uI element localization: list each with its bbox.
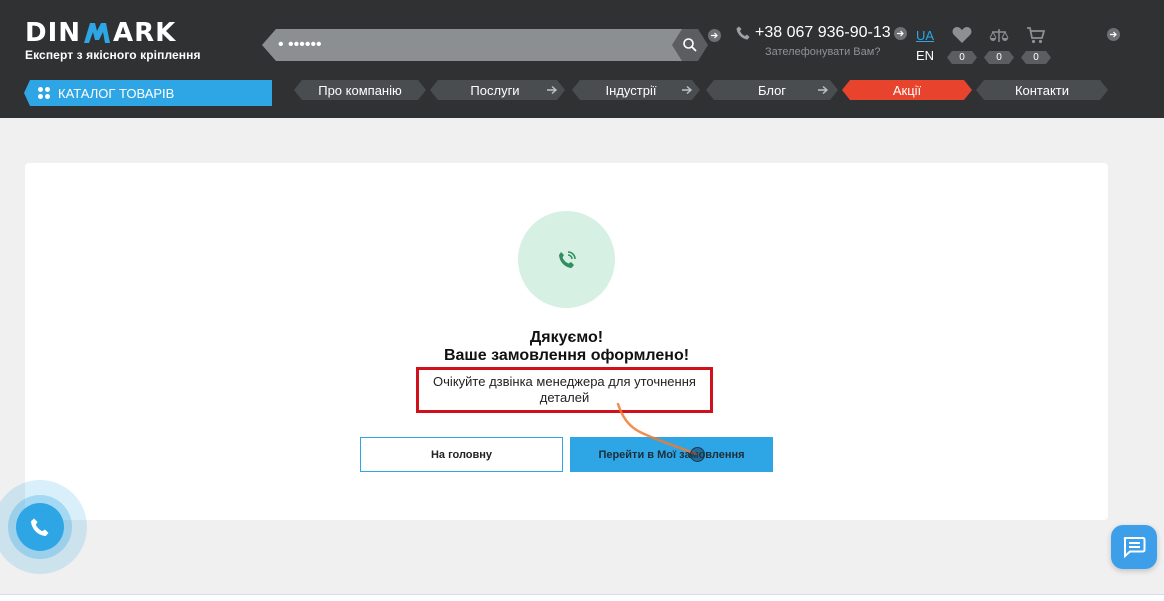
success-badge [518,211,615,308]
cart-count: 0 [1021,51,1051,64]
arrow-right-icon[interactable] [894,27,907,40]
phone-icon [31,518,49,536]
phone-block: +38 067 936-90-13 Зателефонувати Вам? [735,24,891,58]
footer-area [0,595,1164,601]
grid-dots-icon [38,87,50,99]
home-button[interactable]: На головну [360,437,563,472]
logo-tagline: Експерт з якісного кріплення [25,48,201,62]
lang-ua[interactable]: UA [916,28,934,43]
compare-scales-icon [989,29,1009,42]
compare-count: 0 [984,51,1014,64]
my-orders-button[interactable]: Перейти в Мої замовлення [570,437,773,472]
logo-text-left: DIN [25,18,82,48]
cart-button[interactable]: 0 [1019,26,1053,64]
confirmation-title: Дякуємо! [529,329,604,346]
nav-item-promotions[interactable]: Акції [842,80,972,100]
wishlist-count: 0 [947,51,977,64]
site-header: DIN ARK Експерт з якісного кріплення +38… [0,0,1164,118]
cursor-indicator [690,447,705,462]
logo[interactable]: DIN ARK Експерт з якісного кріплення [25,20,201,62]
phone-number[interactable]: +38 067 936-90-13 [755,24,891,42]
callback-link[interactable]: Зателефонувати Вам? [765,46,891,58]
nav-arrow-industries-icon[interactable] [678,80,700,100]
search-bar [262,29,708,61]
cart-icon [1027,27,1046,44]
nav-item-industries[interactable]: Індустрії [572,80,690,100]
arrow-right-icon[interactable] [708,29,721,42]
nav-arrow-services-icon[interactable] [543,80,565,100]
catalog-label: КАТАЛОГ ТОВАРІВ [58,85,175,101]
phone-icon [736,26,750,40]
confirmation-description: Очікуйте дзвінка менеджера для уточнення… [416,367,713,413]
search-icon [683,38,697,52]
logo-text-right: ARK [113,18,177,48]
phone-check-icon [558,250,576,268]
nav-arrow-blog-icon[interactable] [814,80,836,100]
catalog-button[interactable]: КАТАЛОГ ТОВАРІВ [24,80,272,106]
wishlist-button[interactable]: 0 [945,26,979,64]
heart-icon [952,27,972,43]
logo-m-icon [82,22,112,44]
login-icon[interactable] [1107,28,1120,41]
compare-button[interactable]: 0 [982,26,1016,64]
nav-item-contacts[interactable]: Контакти [976,80,1108,100]
nav-item-services[interactable]: Послуги [430,80,560,100]
chat-icon [1123,537,1146,558]
nav-item-about[interactable]: Про компанію [294,80,426,100]
lang-en[interactable]: EN [916,46,934,66]
language-switcher: UA EN [916,26,934,66]
confirmation-subtitle: Ваше замовлення оформлено! [443,347,690,364]
call-widget[interactable] [0,480,87,574]
chat-widget[interactable] [1111,525,1157,569]
confirmation-description-text: Очікуйте дзвінка менеджера для уточнення… [433,374,696,405]
search-input[interactable] [262,29,682,61]
